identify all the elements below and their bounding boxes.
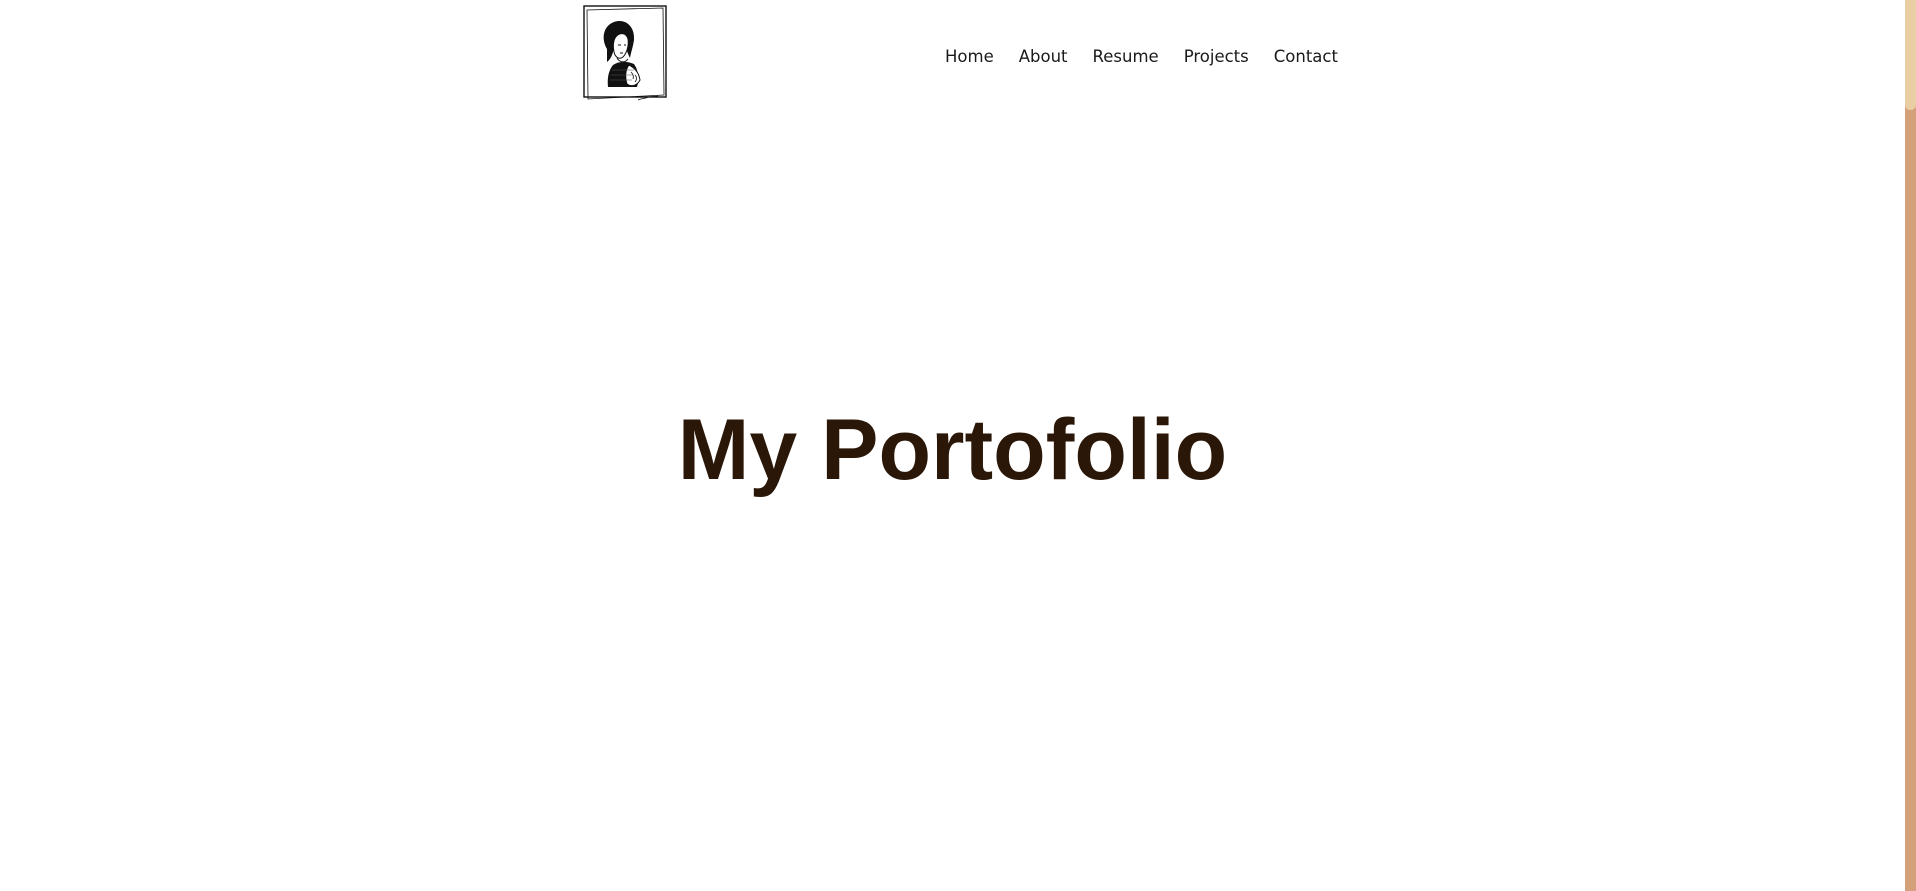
nav-about-link[interactable]: About [1019,47,1068,66]
page: Home About Resume Projects Contact My Po… [0,0,1905,891]
hero-section: My Portofolio [0,400,1905,500]
nav-resume-link[interactable]: Resume [1093,47,1159,66]
vertical-scrollbar[interactable] [1905,0,1916,891]
page-title: My Portofolio [677,402,1228,498]
nav-home-link[interactable]: Home [945,47,994,66]
logo-link[interactable] [583,5,669,105]
scrollbar-thumb[interactable] [1905,0,1916,110]
nav-contact-link[interactable]: Contact [1274,47,1338,66]
nav-projects-link[interactable]: Projects [1184,47,1249,66]
site-header: Home About Resume Projects Contact [0,0,1905,110]
portrait-logo-icon [583,5,667,101]
main-nav: Home About Resume Projects Contact [945,44,1338,68]
